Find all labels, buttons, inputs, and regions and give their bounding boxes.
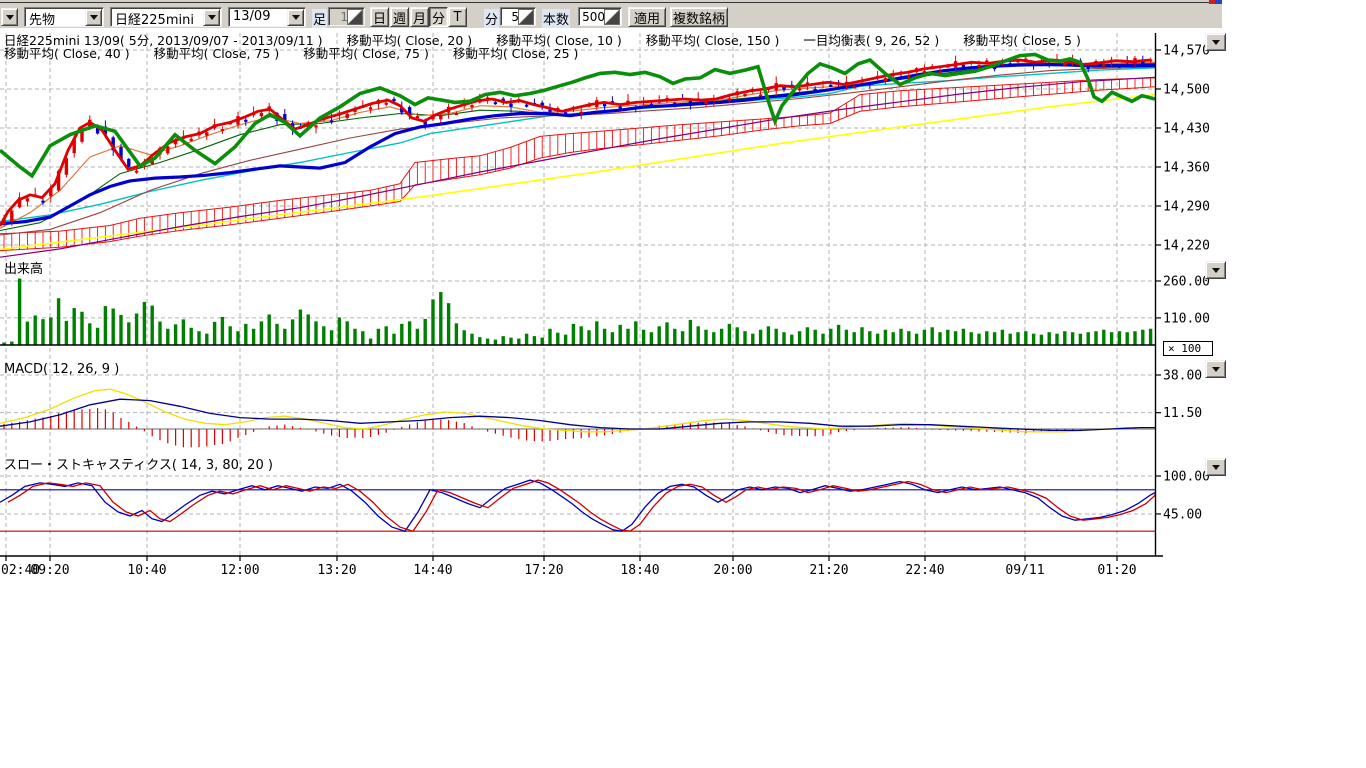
ichimoku-cloud <box>0 78 1155 251</box>
symbol-combobox-value: 日経225mini <box>115 9 194 28</box>
timeframe-tick-button[interactable]: T <box>448 7 467 27</box>
axis-tick-label: 14,430 <box>1163 121 1210 136</box>
axis-tick-label: 14,220 <box>1163 238 1210 253</box>
chevron-down-icon <box>90 15 98 24</box>
gridlines <box>0 33 1155 556</box>
time-tick-label: 21:20 <box>809 563 848 578</box>
axis-tick-label: 14,500 <box>1163 82 1210 97</box>
volume-panel-title: 出来高 <box>4 261 43 277</box>
contract-combobox[interactable]: 13/09 <box>228 7 306 27</box>
legend-item: 移動平均( Close, 5 ) <box>963 30 1081 49</box>
time-tick-label: 20:00 <box>713 563 752 578</box>
bar-count-label: 本数 <box>542 9 570 28</box>
category-combobox[interactable]: 先物 <box>24 7 104 27</box>
price-panel-menu-button[interactable] <box>1205 33 1226 51</box>
time-tick-label: 12:00 <box>220 563 259 578</box>
time-tick-label: 09/11 <box>1005 563 1044 578</box>
application-window: 先物 日経225mini 13/09 足 1 日 週 月 分 T 分 5 本数 <box>0 0 1366 768</box>
axis-tick-label: 11.50 <box>1163 406 1202 421</box>
chevron-down-icon <box>292 15 300 24</box>
chevron-down-icon <box>1212 367 1220 376</box>
timeframe-day-button[interactable]: 日 <box>370 7 389 27</box>
legend-item: 移動平均( Close, 150 ) <box>646 30 780 49</box>
legend-item: 一目均衡表( 9, 26, 52 ) <box>803 30 939 49</box>
stoch-panel-menu-button[interactable] <box>1205 458 1226 476</box>
legend-item: 移動平均( Close, 40 ) <box>4 43 130 62</box>
window-icon-fragment <box>1209 0 1222 4</box>
category-combobox-value: 先物 <box>29 9 55 28</box>
toolbar: 先物 日経225mini 13/09 足 1 日 週 月 分 T 分 5 本数 <box>0 0 1222 28</box>
volume-panel <box>0 279 1155 345</box>
time-tick-label: 13:20 <box>317 563 356 578</box>
minute-spinner[interactable]: 5 <box>500 7 536 26</box>
legend-item: 移動平均( Close, 75 ) <box>154 43 280 62</box>
axis-tick-label: 14,360 <box>1163 160 1210 175</box>
bar-type-label: 足 <box>312 9 327 28</box>
axes: 14,570 14,500 14,430 14,360 14,290 14,220 260.… <box>0 33 1210 578</box>
macd-panel-title: MACD( 12, 26, 9 ) <box>4 362 119 377</box>
contract-combobox-arrow[interactable] <box>287 9 304 26</box>
axis-tick-label: 45.00 <box>1163 507 1202 522</box>
axis-tick-label: 14,290 <box>1163 199 1210 214</box>
spinner-icon[interactable] <box>604 9 620 25</box>
timeframe-minute-button[interactable]: 分 <box>429 7 448 27</box>
multi-symbol-button[interactable]: 複数銘柄 <box>670 7 728 27</box>
chevron-down-icon <box>208 15 216 24</box>
symbol-combobox[interactable]: 日経225mini <box>110 7 222 27</box>
legend-item: 移動平均( Close, 75 ) <box>303 43 429 62</box>
time-tick-label: 18:40 <box>620 563 659 578</box>
stoch-panel <box>0 480 1155 531</box>
legend-row-2: 移動平均( Close, 40 ) 移動平均( Close, 75 ) 移動平均( … <box>4 43 578 62</box>
axis-tick-label: 110.00 <box>1163 311 1210 326</box>
macd-panel-menu-button[interactable] <box>1205 360 1226 378</box>
volume-multiplier-badge: × 100 <box>1163 341 1213 356</box>
bar-count-spinner[interactable]: 500 <box>578 7 622 26</box>
macd-panel <box>0 389 1155 447</box>
overlay-lines <box>0 55 1155 227</box>
axis-tick-label: 260.00 <box>1163 274 1210 289</box>
axis-tick-label: 14,570 <box>1163 44 1210 59</box>
legend-item: 移動平均( Close, 25 ) <box>453 43 579 62</box>
left-combo-arrow-button[interactable] <box>1 8 18 26</box>
bar-interval-spinner[interactable]: 1 <box>328 7 365 26</box>
time-tick-label: 17:20 <box>524 563 563 578</box>
contract-combobox-value: 13/09 <box>233 9 270 24</box>
time-tick-label: 09:20 <box>30 563 69 578</box>
bar-count-value: 500 <box>582 10 605 24</box>
chevron-down-icon <box>1212 465 1220 474</box>
time-tick-label: 14:40 <box>413 563 452 578</box>
chart-canvas[interactable]: 14,570 14,500 14,430 14,360 14,290 14,220 260.… <box>0 28 1230 580</box>
moving-average-lines <box>0 62 1155 257</box>
stoch-panel-title: スロー・ストキャスティクス( 14, 3, 80, 20 ) <box>4 458 273 473</box>
chevron-down-icon <box>1212 40 1220 49</box>
category-combobox-arrow[interactable] <box>85 9 102 26</box>
spinner-icon[interactable] <box>518 9 534 25</box>
time-tick-label: 10:40 <box>127 563 166 578</box>
axis-tick-label: 38.00 <box>1163 369 1202 384</box>
chevron-down-icon <box>1212 268 1220 277</box>
minute-label: 分 <box>484 9 499 28</box>
timeframe-week-button[interactable]: 週 <box>390 7 409 27</box>
symbol-combobox-arrow[interactable] <box>203 9 220 26</box>
time-tick-label: 01:20 <box>1097 563 1136 578</box>
time-tick-label: 22:40 <box>905 563 944 578</box>
apply-button[interactable]: 適用 <box>628 7 666 27</box>
axis-tick-label: 100.00 <box>1163 470 1210 485</box>
volume-panel-menu-button[interactable] <box>1205 261 1226 279</box>
timeframe-month-button[interactable]: 月 <box>410 7 429 27</box>
spinner-icon[interactable] <box>347 9 363 25</box>
chevron-down-icon <box>6 15 14 24</box>
